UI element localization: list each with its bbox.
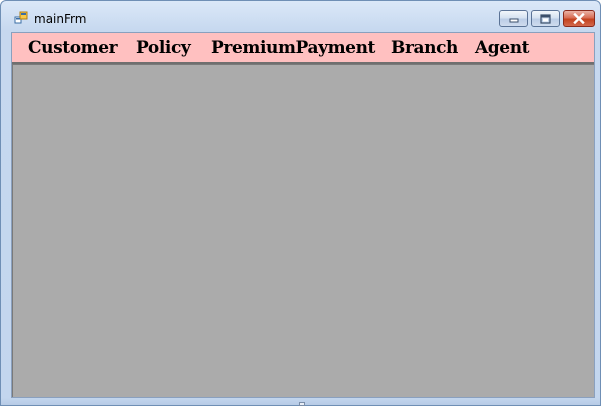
resize-grip-icon[interactable]: [299, 402, 305, 406]
close-icon: [573, 13, 585, 24]
maximize-button[interactable]: [531, 10, 560, 27]
window-title: mainFrm: [34, 12, 87, 26]
menu-item-agent[interactable]: Agent: [475, 37, 530, 59]
minimize-icon: [509, 18, 518, 22]
maximize-icon: [540, 13, 551, 24]
minimize-button[interactable]: [499, 10, 528, 27]
mdi-client-area[interactable]: [12, 64, 594, 397]
title-bar[interactable]: mainFrm: [1, 1, 600, 32]
menu-item-policy[interactable]: Policy: [136, 37, 191, 59]
menu-item-premium-payment[interactable]: PremiumPayment: [211, 37, 375, 59]
menu-bar: Customer Policy PremiumPayment Branch Ag…: [12, 33, 594, 64]
main-window: mainFrm Customer Policy PremiumPayment B…: [0, 0, 601, 406]
client-area: Customer Policy PremiumPayment Branch Ag…: [11, 32, 595, 398]
close-button[interactable]: [563, 10, 595, 27]
menu-item-branch[interactable]: Branch: [391, 37, 458, 59]
menu-item-customer[interactable]: Customer: [28, 37, 118, 59]
app-icon: [14, 11, 28, 24]
